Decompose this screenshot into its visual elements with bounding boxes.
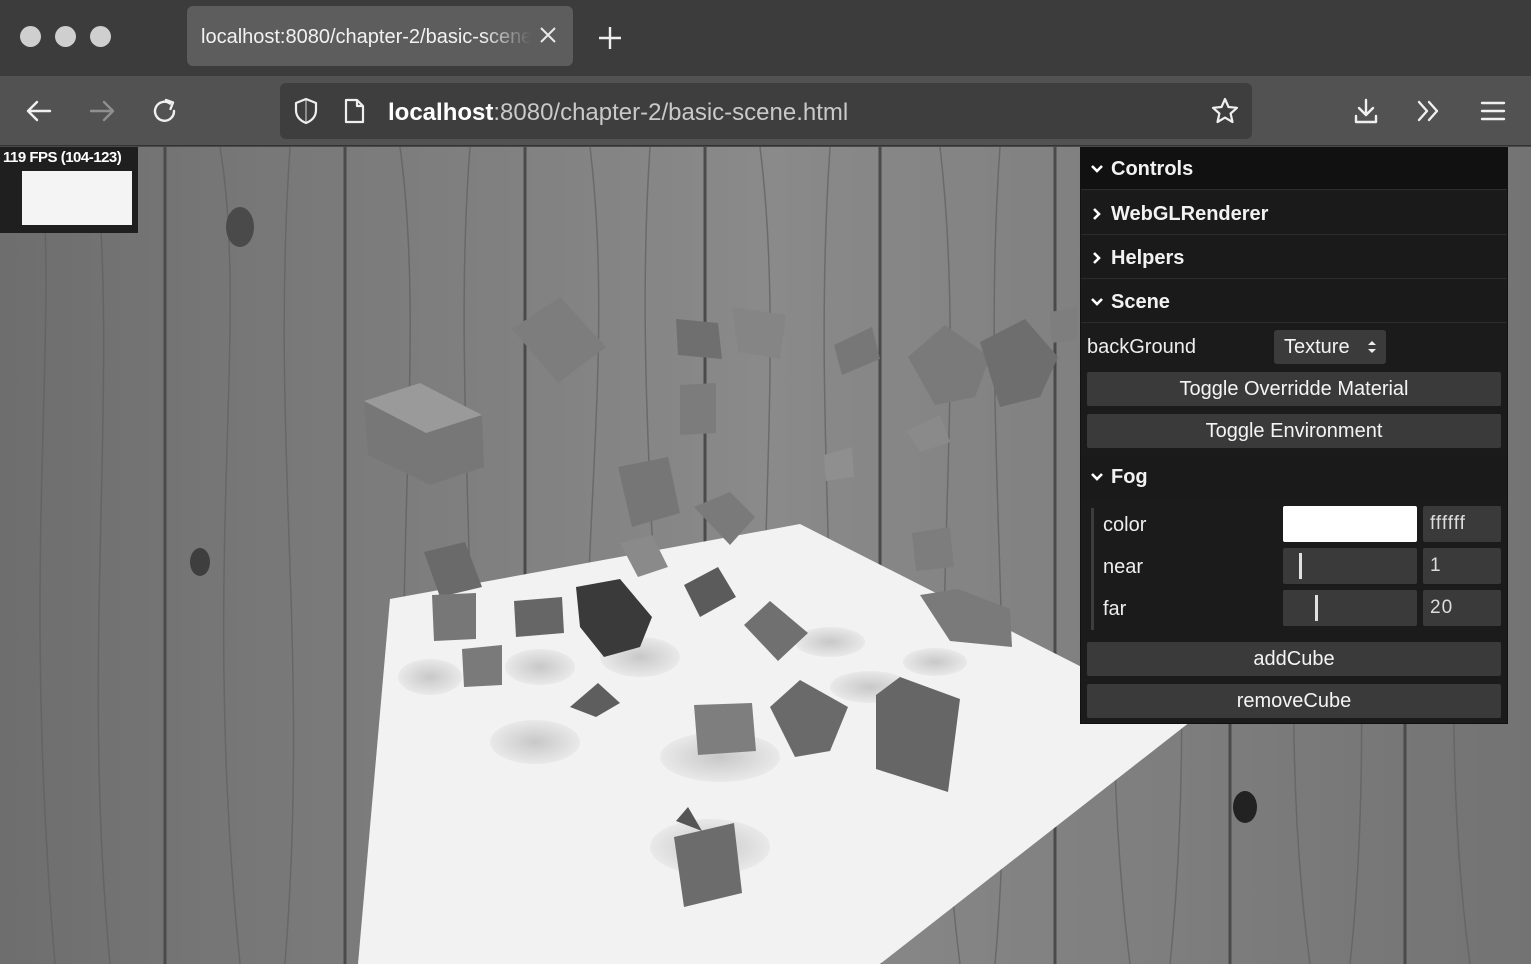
fog-color-row: color ffffff xyxy=(1081,504,1507,544)
controls-panel: Controls WebGLRenderer Helpers Scene bac… xyxy=(1080,147,1508,724)
wood-knot xyxy=(226,207,254,247)
fog-far-row: far 20 xyxy=(1081,588,1507,628)
controls-title: Controls xyxy=(1111,158,1194,180)
toggle-override-material-button[interactable]: Toggle Overridde Material xyxy=(1087,372,1501,406)
controls-folder-header[interactable]: Controls xyxy=(1081,148,1507,190)
url-text[interactable]: localhost:8080/chapter-2/basic-scene.htm… xyxy=(388,99,848,127)
remove-cube-button[interactable]: removeCube xyxy=(1087,684,1501,718)
scene-folder-header[interactable]: Scene xyxy=(1081,281,1507,323)
overflow-chevrons-icon[interactable] xyxy=(1414,96,1444,126)
background-select[interactable]: Texture xyxy=(1274,330,1386,364)
forward-arrow-icon[interactable] xyxy=(87,96,117,126)
page-icon[interactable] xyxy=(342,97,366,125)
window-close-dot-icon[interactable] xyxy=(20,26,41,47)
fog-color-hex-input[interactable]: ffffff xyxy=(1423,506,1501,542)
hamburger-menu-icon[interactable] xyxy=(1478,96,1508,126)
toggle-environment-button[interactable]: Toggle Environment xyxy=(1087,414,1501,448)
reload-icon[interactable] xyxy=(150,96,180,126)
fog-near-input[interactable]: 1 xyxy=(1423,548,1501,584)
back-arrow-icon[interactable] xyxy=(24,96,54,126)
add-cube-button[interactable]: addCube xyxy=(1087,642,1501,676)
fog-near-slider-handle[interactable] xyxy=(1298,553,1302,579)
tab-bar: localhost:8080/chapter-2/basic-scene.htm… xyxy=(0,0,1531,76)
fog-far-slider-handle[interactable] xyxy=(1315,595,1319,621)
fps-stats-panel[interactable]: 119 FPS (104-123) xyxy=(0,147,138,233)
fog-far-input[interactable]: 20 xyxy=(1423,590,1501,626)
chevron-down-icon xyxy=(1091,473,1103,481)
background-label: backGround xyxy=(1087,336,1196,358)
window-minimize-dot-icon[interactable] xyxy=(55,26,76,47)
background-row: backGround Texture xyxy=(1081,326,1507,368)
shield-icon[interactable] xyxy=(292,96,320,126)
fog-near-slider[interactable] xyxy=(1283,548,1417,584)
fog-color-label: color xyxy=(1103,514,1147,536)
fog-far-slider[interactable] xyxy=(1283,590,1417,626)
fps-readout: 119 FPS (104-123) xyxy=(3,149,122,166)
navigation-bar: localhost:8080/chapter-2/basic-scene.htm… xyxy=(0,76,1531,146)
tab-close-icon[interactable] xyxy=(535,22,561,48)
webgl-canvas[interactable]: 119 FPS (104-123) Controls WebGLRenderer… xyxy=(0,147,1531,964)
chevron-down-icon xyxy=(1091,165,1103,173)
fog-far-label: far xyxy=(1103,598,1127,620)
window-maximize-dot-icon[interactable] xyxy=(90,26,111,47)
active-tab[interactable]: localhost:8080/chapter-2/basic-scene.htm… xyxy=(187,6,573,66)
chevron-down-icon xyxy=(1091,298,1103,306)
tab-title: localhost:8080/chapter-2/basic-scene.htm… xyxy=(201,26,531,48)
bookmark-star-icon[interactable] xyxy=(1210,96,1240,126)
webglrenderer-folder-header[interactable]: WebGLRenderer xyxy=(1081,193,1507,235)
fog-folder-label: Fog xyxy=(1111,466,1148,488)
fog-near-row: near 1 xyxy=(1081,546,1507,586)
new-tab-plus-icon[interactable] xyxy=(596,24,624,52)
fog-folder-header[interactable]: Fog xyxy=(1081,456,1507,498)
background-select-value: Texture xyxy=(1284,336,1350,358)
url-bar[interactable]: localhost:8080/chapter-2/basic-scene.htm… xyxy=(280,83,1252,139)
fps-graph xyxy=(22,171,132,225)
wood-knot xyxy=(1233,791,1257,823)
helpers-folder-header[interactable]: Helpers xyxy=(1081,237,1507,279)
url-host: localhost xyxy=(388,99,494,126)
fog-color-swatch[interactable] xyxy=(1283,506,1417,542)
chevron-right-icon xyxy=(1093,208,1101,220)
fog-near-label: near xyxy=(1103,556,1144,578)
chevron-right-icon xyxy=(1093,252,1101,264)
download-icon[interactable] xyxy=(1351,96,1381,126)
select-updown-icon xyxy=(1368,341,1376,353)
wood-knot xyxy=(190,548,210,576)
helpers-folder-label: Helpers xyxy=(1111,247,1185,269)
webglrenderer-folder-label: WebGLRenderer xyxy=(1111,203,1269,225)
url-path: :8080/chapter-2/basic-scene.html xyxy=(493,99,849,126)
scene-folder-label: Scene xyxy=(1111,291,1170,313)
